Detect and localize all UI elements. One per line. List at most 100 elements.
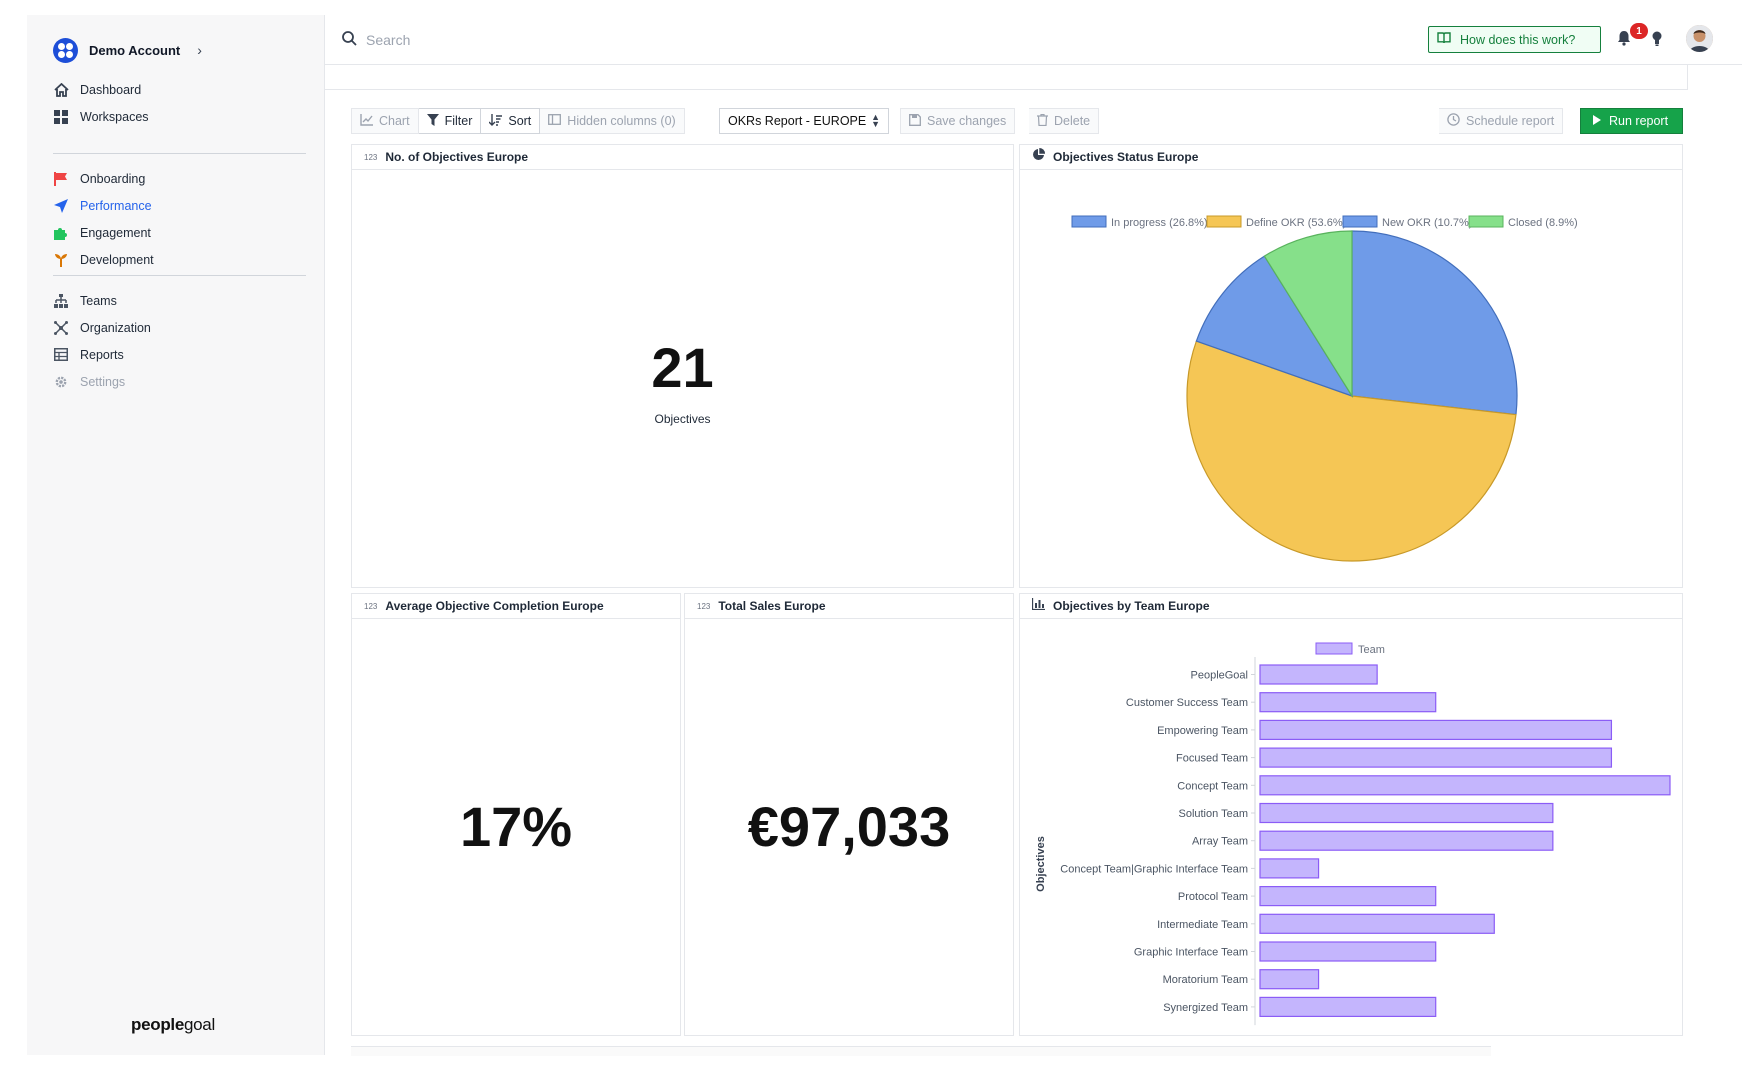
pie-slice[interactable] (1351, 230, 1518, 416)
search-input[interactable] (366, 28, 766, 52)
chart-button[interactable]: Chart (351, 108, 419, 134)
sidebar-item-label: Settings (80, 374, 126, 389)
sidebar-item-settings[interactable]: Settings (27, 368, 325, 395)
sidebar-item-label: Reports (80, 347, 124, 362)
y-tick-label: Focused Team (1176, 753, 1248, 765)
previous-panel (324, 65, 1688, 90)
nav-group-main: Dashboard Workspaces (27, 76, 325, 130)
bell-icon[interactable] (1617, 30, 1631, 51)
legend-label[interactable]: In progress (26.8%) (1111, 217, 1208, 229)
sidebar-item-label: Organization (80, 320, 151, 335)
y-tick-label: Synergized Team (1163, 1002, 1248, 1014)
hidden-columns-label: Hidden columns (0) (567, 114, 676, 128)
bar[interactable] (1259, 913, 1495, 934)
account-switcher[interactable]: Demo Account › (53, 37, 202, 63)
sidebar-item-label: Performance (80, 198, 152, 213)
delete-button[interactable]: Delete (1029, 108, 1100, 134)
network-icon (53, 320, 69, 336)
number-icon: 123 (364, 152, 378, 162)
legend-swatch[interactable] (1206, 215, 1242, 228)
help-label: How does this work? (1460, 32, 1576, 47)
line-chart-icon (360, 113, 373, 129)
card-title: Total Sales Europe (718, 599, 826, 613)
sidebar-item-onboarding[interactable]: Onboarding (27, 165, 325, 192)
hierarchy-icon (53, 293, 69, 309)
bar[interactable] (1259, 802, 1554, 824)
sort-button[interactable]: Sort (481, 108, 541, 134)
filter-button[interactable]: Filter (418, 108, 482, 134)
save-changes-button[interactable]: Save changes (900, 108, 1016, 134)
card-header: Objectives Status Europe (1020, 145, 1682, 170)
report-select-value: OKRs Report - EUROPE (728, 114, 867, 128)
bar[interactable] (1259, 941, 1437, 962)
columns-icon (548, 114, 562, 128)
search-icon (342, 31, 357, 51)
legend-swatch[interactable] (1315, 642, 1353, 655)
bar[interactable] (1259, 692, 1437, 713)
sidebar-item-reports[interactable]: Reports (27, 341, 325, 368)
legend-label[interactable]: Closed (8.9%) (1508, 217, 1578, 229)
bar[interactable] (1259, 886, 1437, 907)
card-title: Average Objective Completion Europe (385, 599, 604, 613)
sort-icon (488, 113, 503, 129)
sidebar-item-performance[interactable]: Performance (27, 192, 325, 219)
card-header: 123 Total Sales Europe (685, 594, 1013, 619)
sidebar-item-development[interactable]: Development (27, 246, 325, 273)
y-tick-label: Moratorium Team (1163, 974, 1248, 986)
legend-swatch[interactable] (1342, 215, 1378, 228)
sidebar-item-label: Dashboard (80, 82, 142, 97)
home-icon (53, 82, 69, 98)
gear-icon (53, 374, 69, 390)
bar[interactable] (1259, 664, 1378, 685)
puzzle-icon (53, 225, 69, 241)
how-does-this-work-button[interactable]: How does this work? (1428, 26, 1601, 53)
sidebar-item-workspaces[interactable]: Workspaces (27, 103, 325, 130)
top-bar: How does this work? 1 (325, 15, 1742, 65)
y-tick-label: Solution Team (1178, 808, 1248, 820)
bar[interactable] (1259, 969, 1320, 990)
bar[interactable] (1259, 996, 1437, 1017)
legend-label[interactable]: Define OKR (53.6%) (1246, 217, 1346, 229)
trash-icon (1037, 113, 1048, 129)
card-title: Objectives Status Europe (1053, 150, 1199, 164)
bar[interactable] (1259, 775, 1671, 796)
schedule-report-button[interactable]: Schedule report (1439, 108, 1564, 134)
bar[interactable] (1259, 747, 1613, 768)
sidebar-item-teams[interactable]: Teams (27, 287, 325, 314)
bar[interactable] (1259, 830, 1554, 851)
y-tick-label: Customer Success Team (1126, 697, 1248, 709)
lightbulb-icon[interactable] (1652, 31, 1662, 51)
table-icon (53, 347, 69, 363)
sidebar-item-dashboard[interactable]: Dashboard (27, 76, 325, 103)
sidebar-item-engagement[interactable]: Engagement (27, 219, 325, 246)
sidebar-item-label: Teams (80, 293, 117, 308)
sidebar-item-organization[interactable]: Organization (27, 314, 325, 341)
run-label: Run report (1609, 114, 1669, 128)
objectives-count-value: 21 (651, 336, 714, 399)
report-select[interactable]: OKRs Report - EUROPE ▲ ▼ (719, 108, 889, 134)
bar[interactable] (1259, 719, 1613, 741)
card-header: 123 No. of Objectives Europe (352, 145, 1013, 170)
run-report-button[interactable]: Run report (1580, 108, 1683, 134)
legend-swatch[interactable] (1468, 215, 1504, 228)
bar[interactable] (1259, 858, 1320, 879)
hidden-columns-button[interactable]: Hidden columns (0) (540, 108, 685, 134)
chevron-right-icon: › (197, 42, 202, 58)
sidebar-divider (53, 153, 306, 154)
delete-label: Delete (1054, 114, 1091, 128)
user-avatar[interactable] (1686, 25, 1713, 52)
legend-label[interactable]: New OKR (10.7%) (1382, 217, 1472, 229)
objectives-count-caption: Objectives (654, 412, 711, 426)
filter-icon (426, 113, 439, 129)
card-title: Objectives by Team Europe (1053, 599, 1210, 613)
sidebar-item-label: Onboarding (80, 171, 146, 186)
sales-card: 123 Total Sales Europe €97,033 (684, 593, 1014, 1036)
report-toolbar: Chart Filter Sort Hidden columns (0) (351, 108, 685, 134)
play-icon (1593, 114, 1601, 128)
legend-swatch[interactable] (1071, 215, 1107, 228)
sort-label: Sort (508, 114, 532, 128)
flag-icon (53, 171, 69, 187)
status-pie-chart: In progress (26.8%) Define OKR (53.6%) New… (1071, 215, 1578, 562)
legend-label[interactable]: Team (1358, 644, 1385, 656)
sales-value: €97,033 (747, 795, 951, 858)
